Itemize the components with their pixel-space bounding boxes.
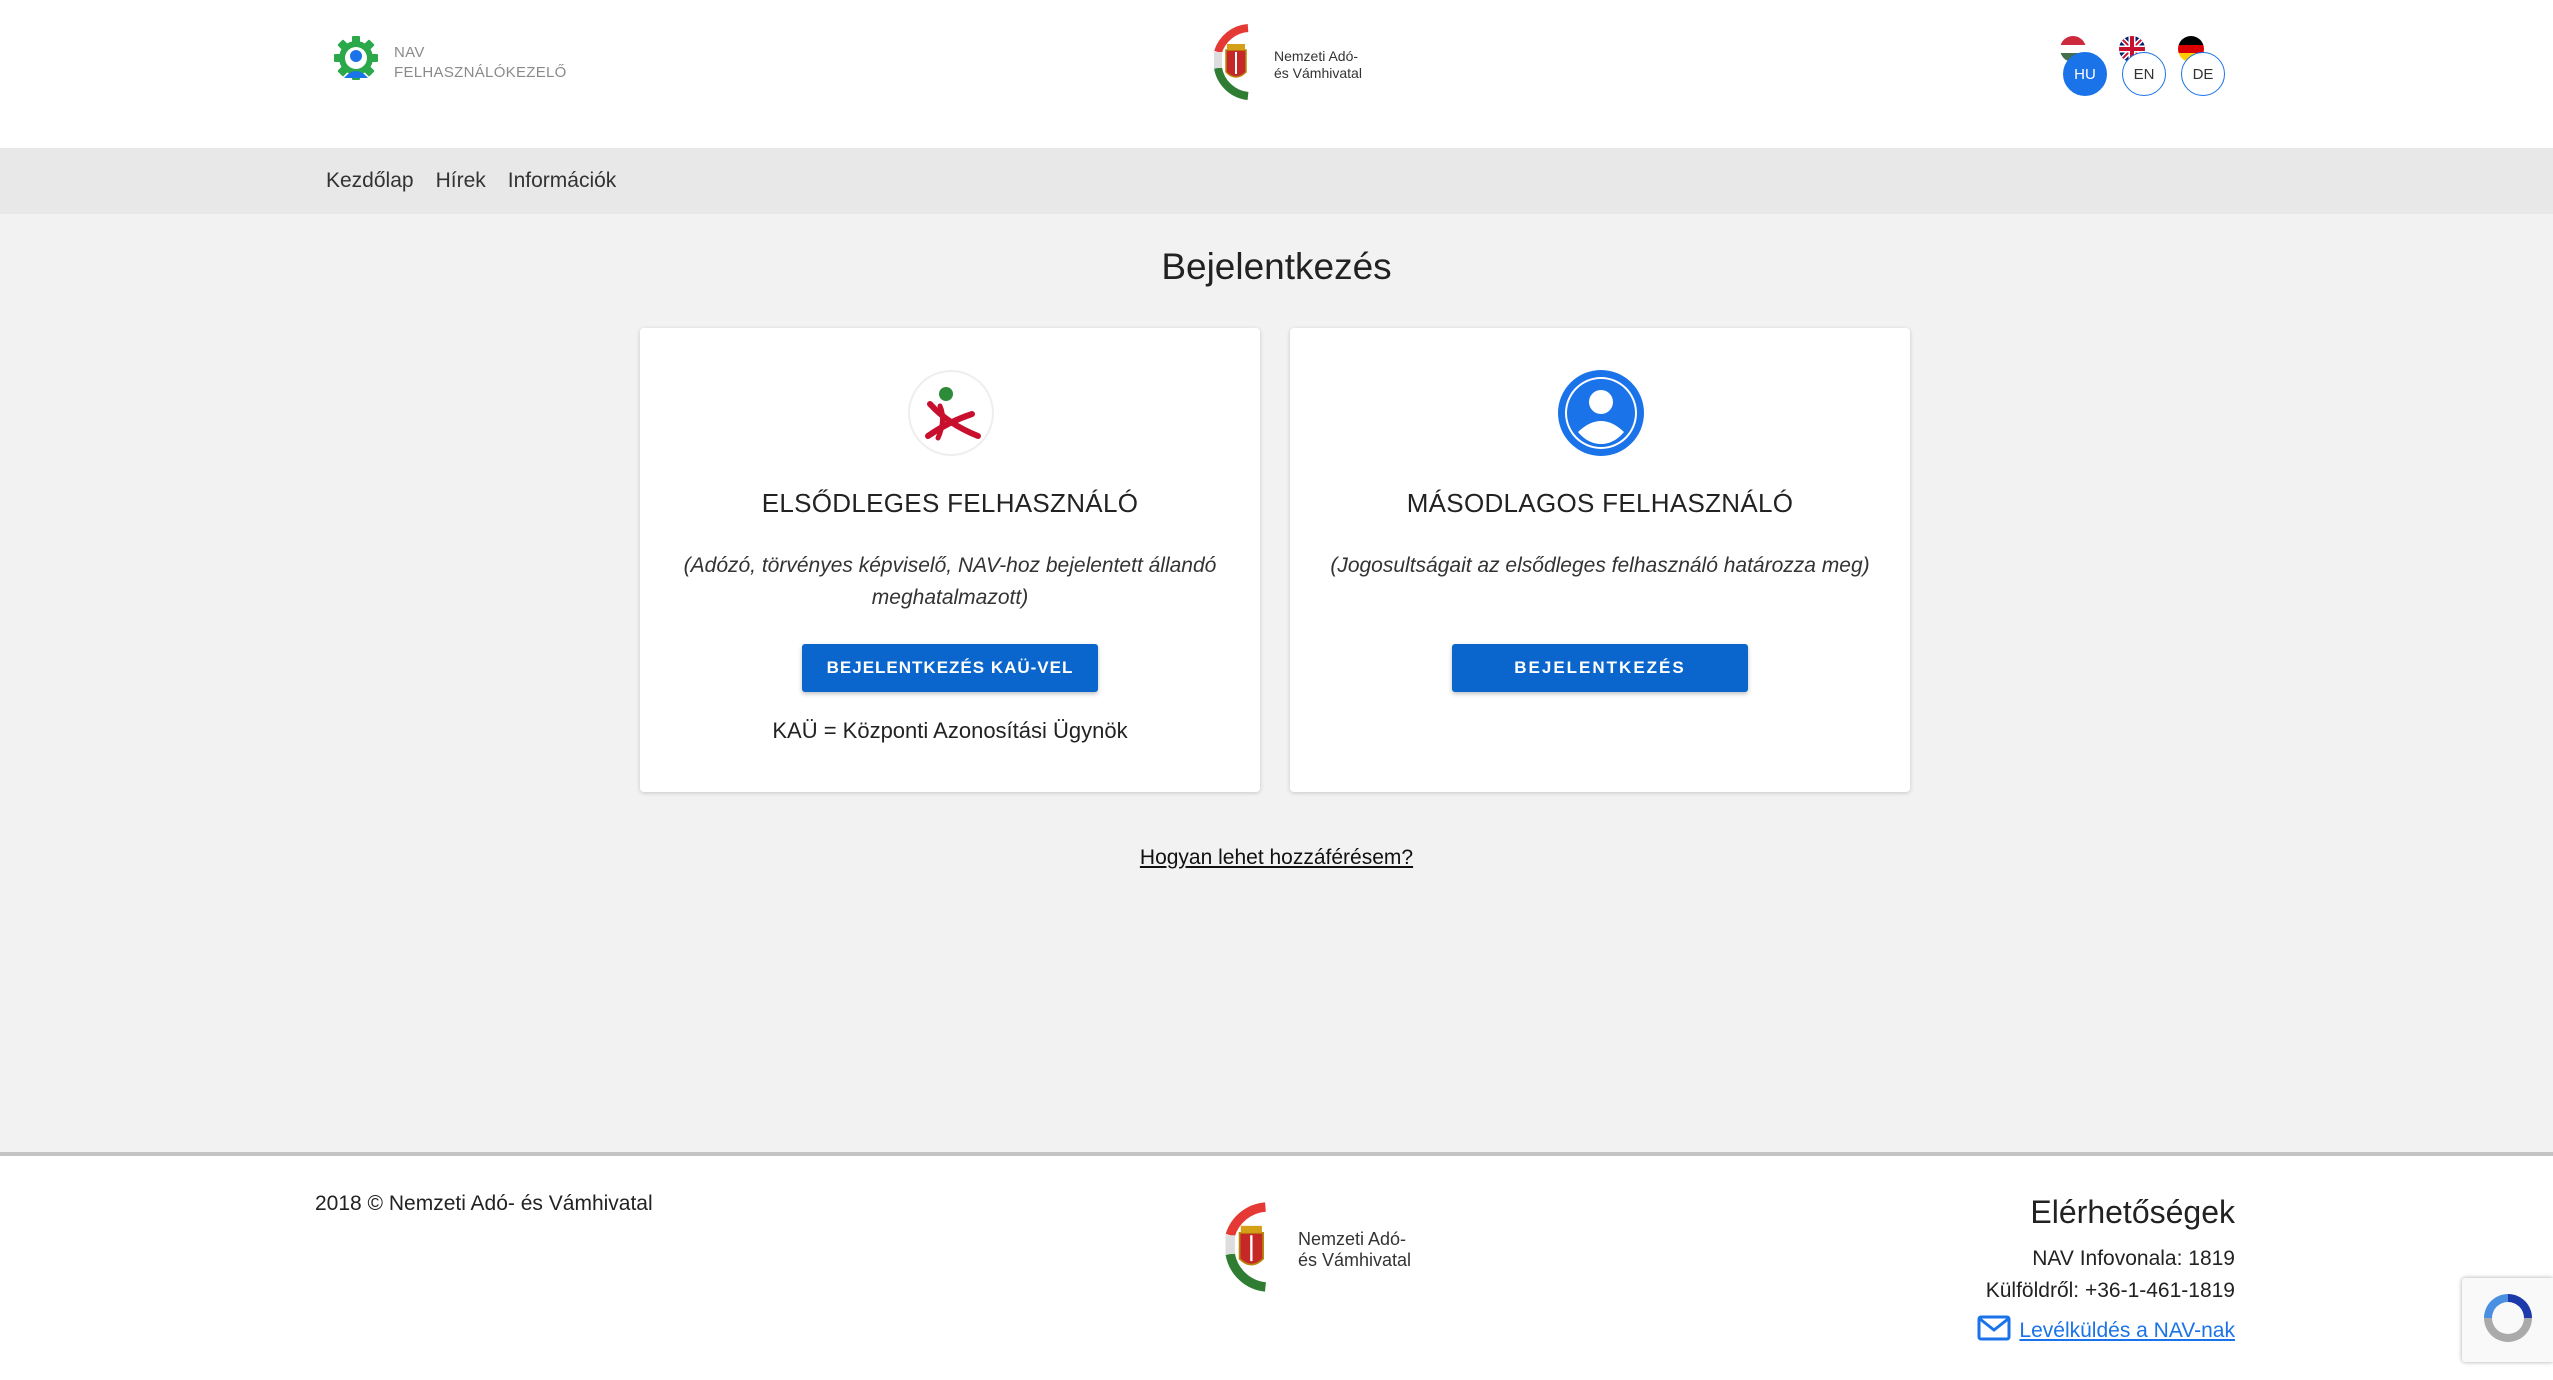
secondary-user-title: MÁSODLAGOS FELHASZNÁLÓ [1406,488,1794,518]
login-with-kau-button[interactable]: BEJELENTKEZÉS KAÜ-VEL [802,644,1098,692]
login-button[interactable]: BEJELENTKEZÉS [1452,644,1748,692]
gear-user-icon [330,34,382,91]
contact-section: Elérhetőségek NAV Infovonala: 1819 Külfö… [1977,1194,2235,1346]
menu-item-news[interactable]: Hírek [436,169,486,193]
infoline: NAV Infovonala: 1819 [2032,1247,2235,1270]
send-mail-link[interactable]: Levélküldés a NAV-nak [2019,1319,2235,1343]
language-en-label[interactable]: EN [2122,52,2166,96]
menu-item-home[interactable]: Kezdőlap [326,169,414,193]
language-hu-label[interactable]: HU [2063,52,2107,96]
brand-line-1: NAV [394,43,425,61]
language-en-button[interactable]: EN [2119,36,2166,96]
secondary-user-description: (Jogosultságait az elsődleges felhasznál… [1330,554,1870,577]
footer-nav-logo: Nemzeti Adó- és Vámhivatal [1218,1200,1411,1299]
main-menu-bar: Kezdőlap Hírek Információk [0,148,2553,214]
nav-logo-line-2: és Vámhivatal [1274,64,1362,81]
recaptcha-badge[interactable] [2462,1278,2553,1362]
main-menu: Kezdőlap Hírek Információk [326,148,616,214]
primary-user-card: ELSŐDLEGES FELHASZNÁLÓ (Adózó, törvényes… [640,328,1260,792]
secondary-user-card: MÁSODLAGOS FELHASZNÁLÓ (Jogosultságait a… [1290,328,1910,792]
nav-emblem-icon [1208,22,1260,107]
top-header: NAV FELHASZNÁLÓKEZELŐ Nemzeti Adó- és Vá… [0,0,2553,148]
language-switcher: HU EN DE [2060,36,2225,96]
abroad-phone: Külföldről: +36-1-461-1819 [1985,1279,2235,1302]
menu-item-information[interactable]: Információk [508,169,617,193]
mail-icon [1977,1315,2011,1346]
account-circle-icon [1558,370,1644,456]
language-de-button[interactable]: DE [2178,36,2225,96]
nav-logo: Nemzeti Adó- és Vámhivatal [1208,22,1362,107]
app-brand[interactable]: NAV FELHASZNÁLÓKEZELŐ [330,34,567,91]
footer: 2018 © Nemzeti Adó- és Vámhivatal Nemzet… [0,1152,2553,1380]
kau-logo-icon [908,370,994,456]
primary-user-title: ELSŐDLEGES FELHASZNÁLÓ [761,488,1139,518]
mail-row: Levélküldés a NAV-nak [1977,1315,2235,1346]
contact-title: Elérhetőségek [2030,1194,2235,1230]
nav-logo-text: Nemzeti Adó- és Vámhivatal [1274,48,1362,82]
brand-text: NAV FELHASZNÁLÓKEZELŐ [394,43,567,83]
copyright: 2018 © Nemzeti Adó- és Vámhivatal [315,1192,653,1215]
recaptcha-icon [2478,1288,2538,1353]
access-help: Hogyan lehet hozzáférésem? [0,846,2553,870]
language-hu-button[interactable]: HU [2060,36,2107,96]
language-de-label[interactable]: DE [2181,52,2225,96]
primary-user-description: (Adózó, törvényes képviselő, NAV-hoz bej… [683,554,1217,609]
footer-logo-line-1: Nemzeti Adó- [1298,1228,1407,1249]
page-title: Bejelentkezés [1161,246,1392,287]
how-to-get-access-link[interactable]: Hogyan lehet hozzáférésem? [1140,846,1413,869]
footer-logo-line-2: és Vámhivatal [1298,1249,1412,1270]
brand-line-2: FELHASZNÁLÓKEZELŐ [394,63,567,81]
footer-logo-text: Nemzeti Adó- és Vámhivatal [1298,1229,1411,1271]
kau-note: KAÜ = Központi Azonosítási Ügynök [772,718,1128,743]
nav-logo-line-1: Nemzeti Adó- [1274,47,1359,64]
nav-emblem-icon [1218,1200,1280,1299]
